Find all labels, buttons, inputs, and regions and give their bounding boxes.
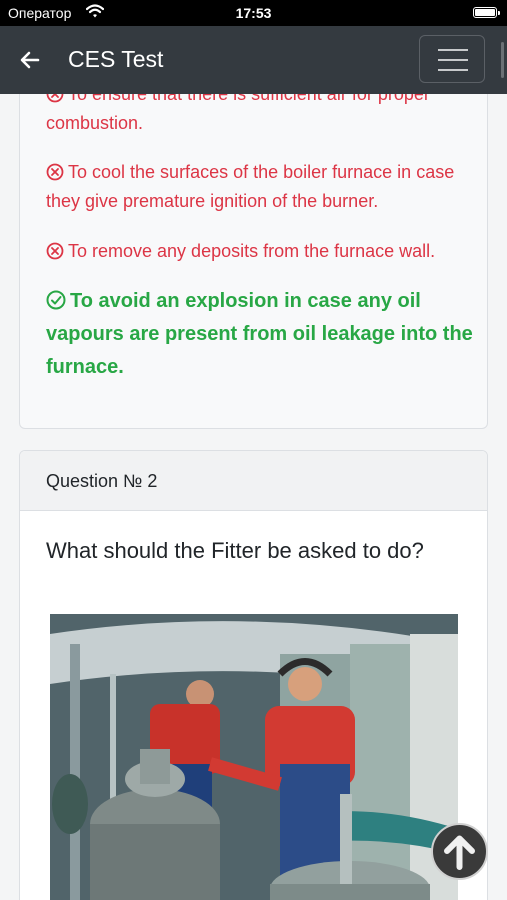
- battery-icon: [473, 7, 500, 18]
- navbar: CES Test: [0, 26, 507, 94]
- arrow-left-icon[interactable]: [18, 48, 42, 72]
- answer-option[interactable]: To cool the surfaces of the boiler furna…: [46, 158, 476, 216]
- answer-text: To ensure that there is sufficient air f…: [46, 94, 430, 133]
- question-text: What should the Fitter be asked to do?: [46, 538, 424, 563]
- answer-option[interactable]: To remove any deposits from the furnace …: [46, 237, 476, 266]
- status-bar: Оператор 17:53: [0, 0, 507, 26]
- answer-option[interactable]: To ensure that there is sufficient air f…: [46, 94, 476, 138]
- content-area: To ensure that there is sufficient air f…: [0, 94, 507, 900]
- question-number: Question № 2: [20, 451, 487, 511]
- question-1-card: To ensure that there is sufficient air f…: [19, 94, 488, 429]
- menu-toggle-button[interactable]: [419, 35, 485, 83]
- x-circle-icon: [46, 94, 64, 103]
- answer-option-correct[interactable]: To avoid an explosion in case any oil va…: [46, 285, 476, 384]
- answer-text: To cool the surfaces of the boiler furna…: [46, 162, 455, 211]
- scrollbar[interactable]: [501, 42, 504, 78]
- question-2-card: Question № 2 What should the Fitter be a…: [19, 450, 488, 900]
- engine-room-photo: [50, 614, 458, 900]
- clock: 17:53: [235, 5, 272, 21]
- hamburger-icon: [438, 49, 468, 51]
- x-circle-icon: [46, 242, 64, 260]
- page-title: CES Test: [68, 46, 164, 72]
- scroll-to-top-button[interactable]: [431, 823, 488, 880]
- check-circle-icon: [46, 290, 66, 310]
- answer-text: To remove any deposits from the furnace …: [68, 241, 436, 261]
- arrow-up-circle-icon: [444, 835, 475, 870]
- x-circle-icon: [46, 163, 64, 181]
- answer-text: To avoid an explosion in case any oil va…: [46, 290, 473, 378]
